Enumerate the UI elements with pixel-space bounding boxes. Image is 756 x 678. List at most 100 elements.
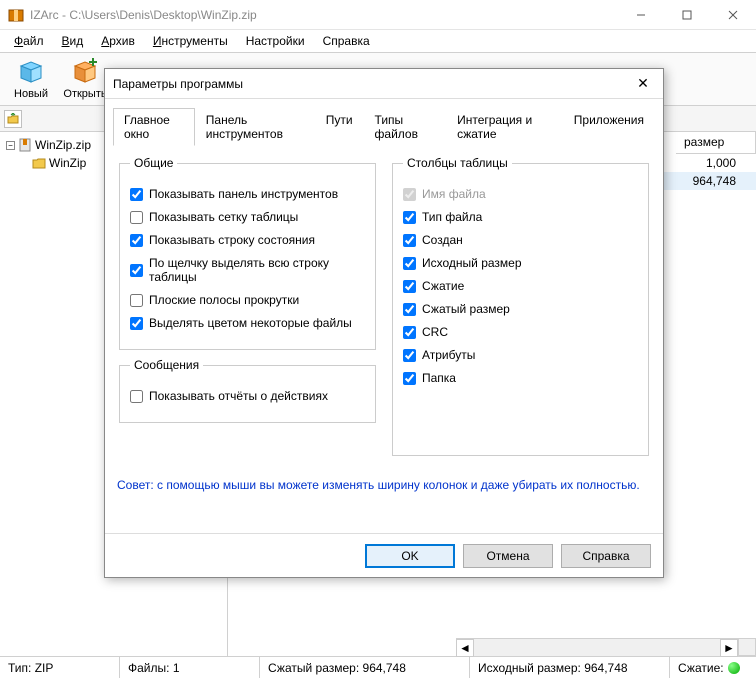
toolbar-new-label: Новый xyxy=(14,88,48,100)
tree-child-label: WinZip xyxy=(49,156,86,170)
chk-show-toolbar[interactable]: Показывать панель инструментов xyxy=(130,187,365,201)
tab-filetypes[interactable]: Типы файлов xyxy=(364,108,447,146)
chk-col-crc-input[interactable] xyxy=(403,326,416,339)
dialog-tabs: Главное окно Панель инструментов Пути Ти… xyxy=(113,107,655,146)
status-compressed: Сжатый размер: 964,748 xyxy=(260,657,470,678)
col-size-header[interactable]: размер xyxy=(676,132,756,153)
tab-integration[interactable]: Интеграция и сжатие xyxy=(446,108,563,146)
tab-paths[interactable]: Пути xyxy=(315,108,364,146)
chk-col-filename: Имя файла xyxy=(403,187,638,201)
tree-expander[interactable]: − xyxy=(6,141,15,150)
dialog-close-button[interactable]: ✕ xyxy=(631,72,655,96)
status-original: Исходный размер: 964,748 xyxy=(470,657,670,678)
chk-col-attrs[interactable]: Атрибуты xyxy=(403,348,638,362)
menu-file[interactable]: Файл xyxy=(6,32,52,50)
group-general-label: Общие xyxy=(130,156,177,170)
scroll-corner xyxy=(738,638,756,656)
menu-view[interactable]: Вид xyxy=(54,32,92,50)
cancel-button[interactable]: Отмена xyxy=(463,544,553,568)
archive-file-icon xyxy=(18,138,32,152)
minimize-button[interactable] xyxy=(618,0,664,30)
list-row[interactable]: 1,000 xyxy=(656,154,756,172)
scroll-right-button[interactable]: ► xyxy=(720,639,738,657)
chk-show-toolbar-input[interactable] xyxy=(130,188,143,201)
tab-main-window[interactable]: Главное окно xyxy=(113,108,195,146)
menu-help[interactable]: Справка xyxy=(315,32,378,50)
menu-file-label: Ф xyxy=(14,34,23,48)
horizontal-scrollbar[interactable]: ◄ ► xyxy=(456,638,738,656)
statusbar: Тип: ZIP Файлы: 1 Сжатый размер: 964,748… xyxy=(0,656,756,678)
group-messages-label: Сообщения xyxy=(130,358,203,372)
chk-col-crc[interactable]: CRC xyxy=(403,325,638,339)
menu-settings[interactable]: Настройки xyxy=(238,32,313,50)
chk-show-status-input[interactable] xyxy=(130,234,143,247)
dialog-buttons: OK Отмена Справка xyxy=(105,533,663,577)
menu-tools-label: И xyxy=(153,34,162,48)
menubar: Файл Вид Архив Инструменты Настройки Спр… xyxy=(0,30,756,52)
menu-tools[interactable]: Инструменты xyxy=(145,32,236,50)
tree-root-label: WinZip.zip xyxy=(35,138,91,152)
open-icon xyxy=(71,58,99,86)
tab-apps[interactable]: Приложения xyxy=(563,108,655,146)
ok-button[interactable]: OK xyxy=(365,544,455,568)
chk-col-ratio-input[interactable] xyxy=(403,280,416,293)
chk-col-packed-size[interactable]: Сжатый размер xyxy=(403,302,638,316)
dialog-hint: Совет: с помощью мыши вы можете изменять… xyxy=(117,478,651,492)
chk-col-folder-input[interactable] xyxy=(403,372,416,385)
group-general: Общие Показывать панель инструментов Пок… xyxy=(119,156,376,350)
chk-full-row[interactable]: По щелчку выделять всю строку таблицы xyxy=(130,256,365,284)
options-dialog: Параметры программы ✕ Главное окно Панел… xyxy=(104,68,664,578)
toolbar-new-button[interactable]: Новый xyxy=(4,54,58,104)
tab-page-main: Общие Показывать панель инструментов Пок… xyxy=(113,146,655,468)
new-icon xyxy=(17,58,45,86)
group-messages: Сообщения Показывать отчёты о действиях xyxy=(119,358,376,423)
nav-up-button[interactable] xyxy=(4,110,22,128)
titlebar: IZArc - C:\Users\Denis\Desktop\WinZip.zi… xyxy=(0,0,756,30)
chk-col-filetype[interactable]: Тип файла xyxy=(403,210,638,224)
chk-col-folder[interactable]: Папка xyxy=(403,371,638,385)
help-button[interactable]: Справка xyxy=(561,544,651,568)
scroll-track[interactable] xyxy=(474,639,720,656)
chk-col-attrs-input[interactable] xyxy=(403,349,416,362)
chk-color-files-input[interactable] xyxy=(130,317,143,330)
list-header: размер xyxy=(676,132,756,154)
chk-flat-scroll-input[interactable] xyxy=(130,294,143,307)
chk-show-grid[interactable]: Показывать сетку таблицы xyxy=(130,210,365,224)
status-led-icon xyxy=(728,662,740,674)
chk-full-row-input[interactable] xyxy=(130,264,143,277)
chk-col-orig-size-input[interactable] xyxy=(403,257,416,270)
toolbar-open-label: Открыть xyxy=(63,88,106,100)
group-columns-label: Столбцы таблицы xyxy=(403,156,512,170)
maximize-button[interactable] xyxy=(664,0,710,30)
list-rows: 1,000 964,748 xyxy=(656,154,756,190)
status-ratio: Сжатие: xyxy=(670,657,756,678)
chk-color-files[interactable]: Выделять цветом некоторые файлы xyxy=(130,316,365,330)
scroll-left-button[interactable]: ◄ xyxy=(456,639,474,657)
window-title: IZArc - C:\Users\Denis\Desktop\WinZip.zi… xyxy=(30,8,618,22)
chk-show-reports[interactable]: Показывать отчёты о действиях xyxy=(130,389,365,403)
tab-toolbar[interactable]: Панель инструментов xyxy=(195,108,315,146)
chk-flat-scroll[interactable]: Плоские полосы прокрутки xyxy=(130,293,365,307)
chk-col-ratio[interactable]: Сжатие xyxy=(403,279,638,293)
dialog-body: Главное окно Панель инструментов Пути Ти… xyxy=(105,99,663,533)
chk-col-packed-size-input[interactable] xyxy=(403,303,416,316)
chk-show-status[interactable]: Показывать строку состояния xyxy=(130,233,365,247)
status-files: Файлы: 1 xyxy=(120,657,260,678)
app-icon xyxy=(8,7,24,23)
chk-col-created[interactable]: Создан xyxy=(403,233,638,247)
chk-col-filetype-input[interactable] xyxy=(403,211,416,224)
close-button[interactable] xyxy=(710,0,756,30)
chk-show-grid-input[interactable] xyxy=(130,211,143,224)
menu-view-label: В xyxy=(62,34,70,48)
status-type: Тип: ZIP xyxy=(0,657,120,678)
right-column: Столбцы таблицы Имя файла Тип файла Созд… xyxy=(392,156,649,464)
folder-up-icon xyxy=(7,113,19,125)
chk-show-reports-input[interactable] xyxy=(130,390,143,403)
chk-col-created-input[interactable] xyxy=(403,234,416,247)
list-row[interactable]: 964,748 xyxy=(656,172,756,190)
chk-col-orig-size[interactable]: Исходный размер xyxy=(403,256,638,270)
group-columns: Столбцы таблицы Имя файла Тип файла Созд… xyxy=(392,156,649,456)
menu-archive[interactable]: Архив xyxy=(93,32,143,50)
chk-col-filename-input xyxy=(403,188,416,201)
left-column: Общие Показывать панель инструментов Пок… xyxy=(119,156,376,464)
